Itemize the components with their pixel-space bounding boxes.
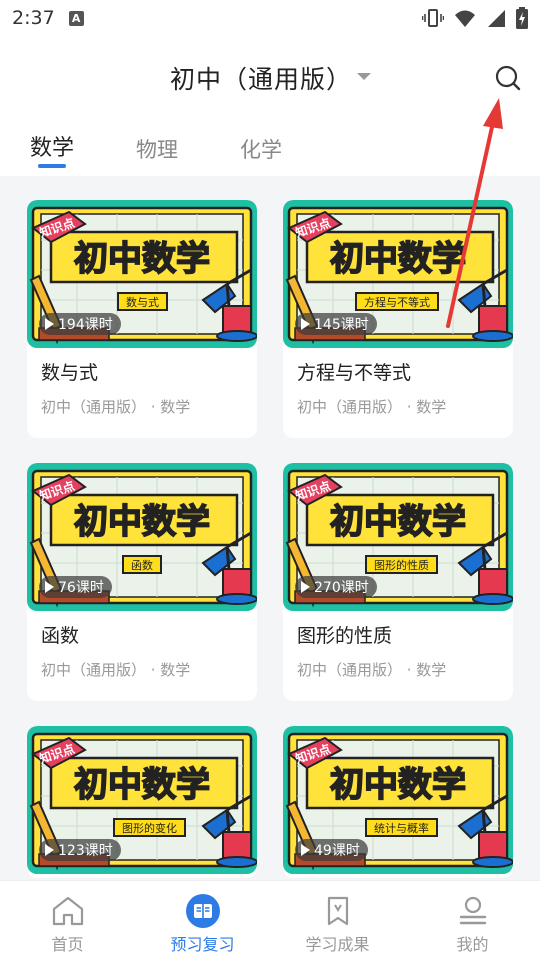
course-card[interactable]: 知识点 初中数学 函数 76课时 函数 初中（通用版） · 数学 [27, 463, 257, 701]
battery-icon [516, 7, 528, 29]
course-title: 数与式 [41, 362, 99, 384]
play-icon [301, 318, 310, 330]
subject-banner-text: 初中数学 [330, 502, 466, 542]
course-title: 图形的性质 [297, 625, 393, 647]
search-icon[interactable] [494, 64, 522, 92]
lesson-count: 76课时 [58, 580, 104, 596]
lesson-count: 270课时 [314, 580, 369, 596]
play-icon [45, 318, 54, 330]
topic-label: 图形的性质 [365, 555, 438, 574]
active-tab-indicator [38, 164, 66, 168]
course-thumbnail: 知识点 初中数学 数与式 194课时 [27, 200, 257, 348]
nav-home-label: 首页 [51, 935, 84, 954]
home-icon [52, 896, 83, 926]
status-time: 2:37 [12, 7, 55, 29]
bookmark-icon [327, 896, 348, 926]
nav-profile[interactable]: 我的 [405, 881, 540, 960]
caret-down-icon[interactable] [357, 73, 371, 80]
topic-label: 函数 [122, 555, 162, 574]
tab-chemistry[interactable]: 化学 [240, 134, 282, 164]
lesson-count: 123课时 [58, 843, 113, 859]
course-card[interactable]: 知识点 初中数学 方程与不等式 145课时 方程与不等式 初中（通用版） · 数… [283, 200, 513, 438]
signal-icon [488, 10, 505, 27]
lesson-count-badge: 194课时 [39, 313, 121, 335]
course-meta: 初中（通用版） · 数学 [41, 661, 191, 679]
nav-preview-review-label: 预习复习 [170, 935, 235, 954]
course-meta: 初中（通用版） · 数学 [41, 398, 191, 416]
course-title: 函数 [41, 625, 80, 647]
lesson-count-badge: 76课时 [39, 576, 112, 598]
nav-preview-review[interactable]: 预习复习 [135, 881, 270, 960]
topic-label: 图形的变化 [113, 818, 186, 837]
status-icons [422, 7, 528, 29]
nav-achievements[interactable]: 学习成果 [270, 881, 405, 960]
course-thumbnail: 知识点 初中数学 图形的性质 270课时 [283, 463, 513, 611]
course-meta: 初中（通用版） · 数学 [297, 661, 447, 679]
subject-banner-text: 初中数学 [330, 765, 466, 805]
play-icon [45, 581, 54, 593]
notification-icon: A [68, 10, 84, 26]
header: 初中（通用版） [0, 52, 540, 104]
subject-banner-text: 初中数学 [74, 502, 210, 542]
nav-home[interactable]: 首页 [0, 881, 135, 960]
profile-icon [459, 896, 486, 925]
topic-label: 方程与不等式 [355, 292, 439, 311]
lesson-count-badge: 270课时 [295, 576, 377, 598]
course-thumbnail: 知识点 初中数学 图形的变化 123课时 [27, 726, 257, 874]
play-icon [301, 844, 310, 856]
course-thumbnail: 知识点 初中数学 方程与不等式 145课时 [283, 200, 513, 348]
course-card[interactable]: 知识点 初中数学 数与式 194课时 数与式 初中（通用版） · 数学 [27, 200, 257, 438]
lesson-count-badge: 145课时 [295, 313, 377, 335]
course-card[interactable]: 知识点 初中数学 统计与概率 49课时 [283, 726, 513, 878]
subject-banner-text: 初中数学 [74, 765, 210, 805]
course-thumbnail: 知识点 初中数学 统计与概率 49课时 [283, 726, 513, 874]
vibrate-icon [422, 9, 444, 27]
book-icon [185, 894, 220, 928]
lesson-count: 49课时 [314, 843, 360, 859]
status-bar: 2:37 A [0, 0, 540, 36]
course-card[interactable]: 知识点 初中数学 图形的性质 270课时 图形的性质 初中（通用版） · 数学 [283, 463, 513, 701]
tab-math[interactable]: 数学 [30, 130, 74, 162]
lesson-count: 194课时 [58, 317, 113, 333]
course-card[interactable]: 知识点 初中数学 图形的变化 123课时 [27, 726, 257, 878]
play-icon [301, 581, 310, 593]
nav-profile-label: 我的 [456, 935, 489, 954]
bottom-nav: 首页 预习复习 学习成果 我的 [0, 880, 540, 960]
subject-banner-text: 初中数学 [330, 239, 466, 279]
grade-selector[interactable]: 初中（通用版） [170, 60, 352, 96]
wifi-icon [455, 10, 475, 27]
subject-tabs: 数学 物理 化学 [0, 130, 540, 174]
lesson-count: 145课时 [314, 317, 369, 333]
topic-label: 统计与概率 [365, 818, 438, 837]
topic-label: 数与式 [117, 292, 168, 311]
lesson-count-badge: 123课时 [39, 839, 121, 861]
tab-physics[interactable]: 物理 [136, 134, 178, 164]
lesson-count-badge: 49课时 [295, 839, 368, 861]
nav-achievements-label: 学习成果 [305, 935, 370, 954]
subject-banner-text: 初中数学 [74, 239, 210, 279]
course-thumbnail: 知识点 初中数学 函数 76课时 [27, 463, 257, 611]
play-icon [45, 844, 54, 856]
course-title: 方程与不等式 [297, 362, 412, 384]
course-meta: 初中（通用版） · 数学 [297, 398, 447, 416]
